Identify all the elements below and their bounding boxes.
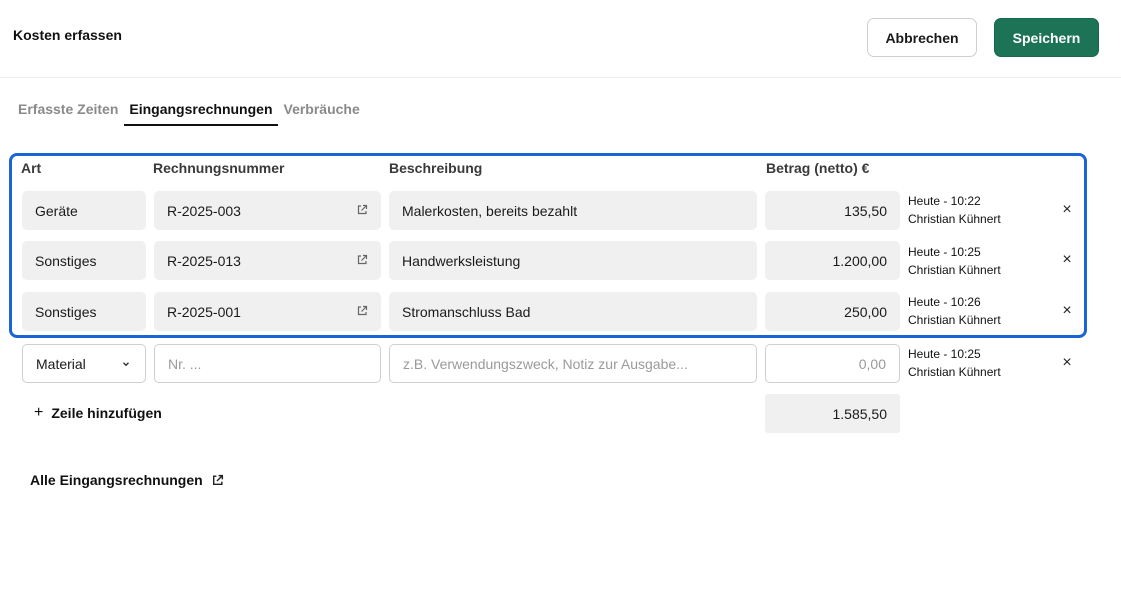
row-2-close-icon[interactable]: ×: [1059, 251, 1075, 268]
add-row-label: Zeile hinzufügen: [51, 405, 162, 421]
new-row-beschreibung-input[interactable]: z.B. Verwendungszweck, Notiz zur Ausgabe…: [389, 344, 757, 383]
column-header-betrag: Betrag (netto) €: [766, 160, 870, 176]
row-3-rechnungsnummer-field[interactable]: R-2025-001: [154, 292, 381, 331]
row-3-user: Christian Kühnert: [908, 313, 1001, 327]
new-row-rechnungsnummer-input[interactable]: Nr. ...: [154, 344, 381, 383]
row-3-betrag-field[interactable]: 250,00: [765, 292, 900, 331]
tab-bar: Erfasste Zeiten Eingangsrechnungen Verbr…: [18, 100, 366, 126]
new-row-close-icon[interactable]: ×: [1059, 354, 1075, 371]
save-button[interactable]: Speichern: [994, 18, 1099, 57]
row-2-beschreibung-field[interactable]: Handwerksleistung: [389, 241, 757, 280]
new-row-art-select[interactable]: Material: [22, 344, 146, 383]
new-row-art-selected: Material: [36, 355, 86, 372]
header-bar: Kosten erfassen Abbrechen Speichern: [0, 0, 1121, 78]
column-header-rechnungsnummer: Rechnungsnummer: [153, 160, 285, 176]
row-1-betrag-field[interactable]: 135,50: [765, 191, 900, 230]
page-title: Kosten erfassen: [13, 27, 122, 43]
row-3-meta: Heute - 10:26 Christian Kühnert: [908, 293, 1001, 329]
chevron-down-icon: [123, 362, 129, 367]
row-2-rechnungsnummer-text: R-2025-013: [167, 252, 241, 269]
total-amount: 1.585,50: [765, 394, 900, 433]
row-1-rechnungsnummer-text: R-2025-003: [167, 202, 241, 219]
new-row-betrag-input[interactable]: 0,00: [765, 344, 900, 383]
tab-erfasste-zeiten[interactable]: Erfasste Zeiten: [18, 100, 118, 126]
row-3-rechnungsnummer-text: R-2025-001: [167, 303, 241, 320]
row-1-close-icon[interactable]: ×: [1059, 201, 1075, 218]
row-2-timestamp: Heute - 10:25: [908, 245, 981, 259]
column-header-beschreibung: Beschreibung: [389, 160, 483, 176]
row-2-betrag-field[interactable]: 1.200,00: [765, 241, 900, 280]
add-row-button[interactable]: + Zeile hinzufügen: [34, 404, 162, 422]
new-row-timestamp: Heute - 10:25: [908, 347, 981, 361]
row-1-beschreibung-field[interactable]: Malerkosten, bereits bezahlt: [389, 191, 757, 230]
row-1-rechnungsnummer-field[interactable]: R-2025-003: [154, 191, 381, 230]
row-1-user: Christian Kühnert: [908, 212, 1001, 226]
all-invoices-label: Alle Eingangsrechnungen: [30, 472, 203, 488]
row-3-beschreibung-field[interactable]: Stromanschluss Bad: [389, 292, 757, 331]
external-link-icon[interactable]: [356, 254, 368, 266]
row-3-art-field[interactable]: Sonstiges: [22, 292, 146, 331]
row-2-art-field[interactable]: Sonstiges: [22, 241, 146, 280]
row-2-rechnungsnummer-field[interactable]: R-2025-013: [154, 241, 381, 280]
row-3-close-icon[interactable]: ×: [1059, 302, 1075, 319]
external-link-icon: [212, 474, 223, 485]
row-1-art-field[interactable]: Geräte: [22, 191, 146, 230]
new-row-user: Christian Kühnert: [908, 365, 1001, 379]
new-row-meta: Heute - 10:25 Christian Kühnert: [908, 345, 1001, 381]
all-invoices-link[interactable]: Alle Eingangsrechnungen: [30, 472, 224, 488]
column-header-art: Art: [21, 160, 42, 176]
row-1-timestamp: Heute - 10:22: [908, 194, 981, 208]
external-link-icon[interactable]: [356, 204, 368, 216]
row-3-timestamp: Heute - 10:26: [908, 295, 981, 309]
cancel-button[interactable]: Abbrechen: [867, 18, 977, 57]
row-1-meta: Heute - 10:22 Christian Kühnert: [908, 192, 1001, 228]
row-2-user: Christian Kühnert: [908, 263, 1001, 277]
plus-icon: +: [34, 404, 44, 421]
tab-verbraeuche[interactable]: Verbräuche: [284, 100, 360, 126]
row-2-meta: Heute - 10:25 Christian Kühnert: [908, 243, 1001, 279]
tab-eingangsrechnungen[interactable]: Eingangsrechnungen: [124, 100, 278, 126]
external-link-icon[interactable]: [356, 305, 368, 317]
